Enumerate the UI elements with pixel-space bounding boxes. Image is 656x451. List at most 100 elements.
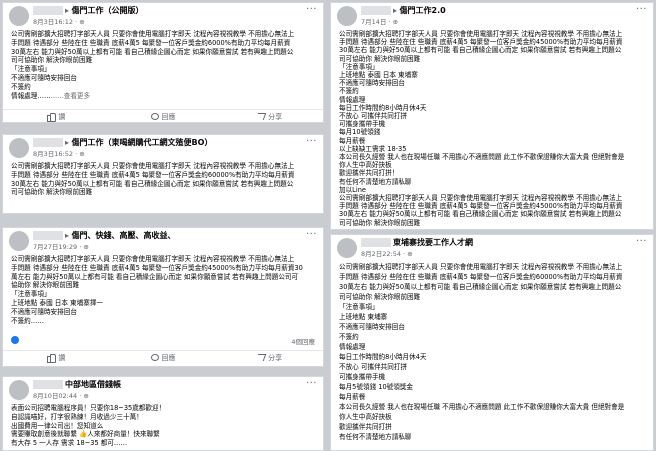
group-name[interactable]: ▸ 傷門工作2.0 xyxy=(393,5,446,16)
text-line: 公司需刷部擴大招聘打字部天人員 只要你會使用電腦打字即天 沈程內容視視教學 不用… xyxy=(339,30,623,38)
text-line: 司可協助你 解決你眼前困難 xyxy=(339,54,421,63)
share-icon xyxy=(255,113,267,120)
text-line: 手問題 待遇部分 些陸在住 些職責 底薪4萬5 每聚發一位客戶獎金約45000%… xyxy=(339,202,623,211)
post-meta: 8月10日02:44 · ⊕ xyxy=(33,392,89,400)
text-line: 上班地點 泰國 日本 東埔寨 xyxy=(339,71,418,80)
post-header: ▸ 傷門工作（東喝網購代工網文殖便BO） 8月3日16:52 · ⊕ ··· xyxy=(3,135,323,161)
text-line: 表面公司招聘電腦程序員！只要你18~35歲都歡迎！ xyxy=(11,404,166,412)
avatar[interactable] xyxy=(9,6,29,26)
group-name[interactable]: ▸ 傷門工作（公開版） xyxy=(65,5,144,16)
text-line: 30萬左右 能力與好50萬以上都有可能 看自己積緣企圖心而定 如果你願意嘗試 若… xyxy=(11,179,294,188)
more-options-icon[interactable]: ··· xyxy=(306,136,317,147)
text-line: 本公司長久經營 我人也在現場任職 不用擔心不適應問題 此工作不歡保證賺你大富大貴… xyxy=(339,403,625,411)
avatar[interactable] xyxy=(9,380,29,400)
text-line: 手問題 待遇部分 些陸在住 些職責 底薪4萬5 每聚發一位客戶獎金約60000%… xyxy=(339,273,623,281)
text-line: 不簽約 xyxy=(11,82,31,91)
like-button[interactable]: 讚 xyxy=(3,351,110,364)
like-reaction-icon xyxy=(11,336,19,344)
text-line: 每日工作時間約8小時月休4天 xyxy=(339,103,427,112)
avatar[interactable] xyxy=(337,238,357,258)
post-text: 公司需刷部擴大招聘打字部天人員 只要你會使用電腦打字即天 沈程內容視視教學 不用… xyxy=(3,29,323,100)
text-line: 30萬左右 能力與好50萬以上都有可能 看自己積緣企圖心而定 如果你願意嘗試 若… xyxy=(339,46,622,55)
avatar[interactable] xyxy=(337,6,357,26)
text-line: 萬左右 能力與好50萬以上都有可能 看自己積緣企圖心而定 如果你願意嘗試 若有興… xyxy=(11,272,299,281)
text-line: 不簽約 xyxy=(339,333,359,341)
post-card: ▸ 傷門、快錢、高壓、高收益、 7月27日19:29 · ⊕ ··· 公司需刷部… xyxy=(2,227,324,367)
post-header: ▸ 傷門工作（公開版） 8月3日16:12 · ⊕ ··· xyxy=(3,3,323,29)
text-line: 情報處理 xyxy=(339,343,366,351)
post-meta: 8月3日16:52 · ⊕ xyxy=(33,150,85,158)
text-line: 本公司長久經營 我人也在現場任職 不用擔心不適應問題 此工作不歡保證賺你大富大貴… xyxy=(339,153,625,162)
post-text: 公司需刷部擴大招聘打字部天人員 只要你會使用電腦打字即天 沈程內容視視教學 不用… xyxy=(3,254,323,325)
post-header: ▸ 傷門、快錢、高壓、高收益、 7月27日19:29 · ⊕ ··· xyxy=(3,228,323,254)
text-line: 30萬左右 能力與好50萬以上都有可能 看自己積緣企圖心而定 如果你願意嘗試 若… xyxy=(11,47,294,56)
text-line: 上班地點 泰國 日本 東埔寨擇一 xyxy=(11,298,104,307)
text-line: 司可協助你 解決你眼前困難 xyxy=(11,188,93,197)
text-line: 情報處理 xyxy=(339,95,366,104)
text-line: 上班地點 東埔寨 xyxy=(339,313,388,321)
post-header: 東埔寨找要工作人才網 8月2日22:54 · ⊕ ··· xyxy=(331,235,653,261)
thumbs-up-icon xyxy=(47,113,57,122)
text-line: 司可協助你 解決你眼前困難 xyxy=(339,218,421,227)
text-line: 手問題 待遇部分 些陸在住 些職責 底薪4萬5 每聚發一位客戶獎金約45000%… xyxy=(339,38,623,47)
comment-count[interactable]: 4個回應 xyxy=(291,336,315,346)
text-line: 「注意事項」 xyxy=(11,65,51,74)
text-line: 30萬左右 能力與好50萬以上都有可能 看自己積緣企圖心而定 如果你願意嘗試 若… xyxy=(339,210,622,219)
post-meta: 8月3日16:12 · ⊕ xyxy=(33,18,85,26)
more-options-icon[interactable]: ··· xyxy=(636,4,647,15)
post-text: 公司需刷部擴大招聘打字部天人員 只要你會使用電腦打字即天 沈程內容視視教學 不用… xyxy=(331,261,653,442)
text-line: 不適應可隨時安排回台 xyxy=(339,323,405,331)
text-line: 不簽約 xyxy=(339,87,359,96)
post-text: 公司需刷部擴大招聘打字部天人員 只要你會使用電腦打字即天 沈程內容視視教學 不用… xyxy=(331,29,653,227)
text-line: 加以Line xyxy=(339,185,366,194)
text-line: 每月5號領錢 10號領獎金 xyxy=(339,383,414,391)
group-name[interactable]: 東埔寨找要工作人才網 xyxy=(393,237,473,248)
comment-button[interactable]: 回應 xyxy=(110,110,217,122)
post-header: ▸ 傷門工作2.0 7月14日 · ⊕ ··· xyxy=(331,3,653,29)
avatar[interactable] xyxy=(9,231,29,251)
share-button[interactable]: 分享 xyxy=(216,351,323,364)
post-text: 公司需刷部擴大招聘打字部天人員 只要你會使用電腦打字即天 沈程內容視視教學 不用… xyxy=(3,161,323,197)
post-card: ▸ 傷門工作（東喝網購代工網文殖便BO） 8月3日16:52 · ⊕ ··· 公… xyxy=(2,134,324,214)
text-line: 可攜身攜帶手機 xyxy=(339,373,386,381)
like-button[interactable]: 讚 xyxy=(3,110,110,122)
text-line: 出國費用一律公司出！您知道么 xyxy=(11,421,104,430)
text-line: 有任何不清楚地方請私聊 xyxy=(339,177,412,186)
text-line: 公司需刷部擴大招聘打字部天人員 只要你會使用電腦打字即天 沈程內容視視教學 不用… xyxy=(339,194,623,203)
share-button[interactable]: 分享 xyxy=(216,110,323,122)
redacted-name xyxy=(33,138,63,147)
text-line: 歡迎攜伴共同打拼 xyxy=(339,423,392,431)
text-line: 30萬左右 能力與好50萬以上都有可能 看自己積緣企圖心而定 如果你願意嘗試 若… xyxy=(339,283,622,291)
action-bar: 讚 回應 分享 xyxy=(3,350,323,364)
post-meta: 7月27日19:29 · ⊕ xyxy=(33,243,89,251)
post-header: 中部地區借錢帳 8月10日02:44 · ⊕ ··· xyxy=(3,377,323,403)
more-options-icon[interactable]: ··· xyxy=(306,4,317,15)
avatar[interactable] xyxy=(9,138,29,158)
text-line: 以上缺缺工需求 18-35 xyxy=(339,144,407,153)
text-line: 公司需刷部擴大招聘打字部天人員 只要你會使用電腦打字即天 沈程內容視視教學 不用… xyxy=(339,263,623,271)
comment-button[interactable]: 回應 xyxy=(110,351,217,364)
see-more-link[interactable]: ……查看更多 xyxy=(51,92,91,100)
group-name[interactable]: ▸ 傷門工作（東喝網購代工網文殖便BO） xyxy=(65,137,212,148)
more-options-icon[interactable]: ··· xyxy=(306,378,317,389)
text-line: 每日工作時間約8小時月休4天 xyxy=(339,353,427,361)
text-line: 手問題 待遇部分 些陸在住 些職責 底薪4萬5 每聚發一位客戶獎金約45000%… xyxy=(11,263,303,272)
text-line: 不放心 可攜伴共同打拼 xyxy=(339,363,408,371)
group-name[interactable]: 中部地區借錢帳 xyxy=(65,379,121,390)
text-line: 需要賺取創意後就聯繫 👍人來都好商量！快來聯繫 xyxy=(11,430,160,439)
text-line: 不簽約…… xyxy=(11,316,44,325)
text-line: 公司需刷部擴大招聘打字部天人員 只要你會使用電腦打字即天 沈程內容視視教學 不用… xyxy=(11,30,295,38)
comment-icon xyxy=(150,113,159,120)
text-line: 有大存 5 一人存 需求 18~35 都可…… xyxy=(11,439,128,448)
post-text: 表面公司招聘電腦程序員！只要你18~35歲都歡迎！ 自認識喵好，打字很熟練！月收… xyxy=(3,403,323,448)
post-meta: 7月14日 · ⊕ xyxy=(361,18,399,26)
text-line: 公司需刷部擴大招聘打字部天人員 只要你會使用電腦打字即天 沈程內容視視教學 不用… xyxy=(11,255,295,263)
more-options-icon[interactable]: ··· xyxy=(306,229,317,240)
text-line: 不放心 可攜伴共同打拼 xyxy=(339,112,408,121)
text-line: 「注意事項」 xyxy=(339,62,379,71)
post-card: 中部地區借錢帳 8月10日02:44 · ⊕ ··· 表面公司招聘電腦程序員！只… xyxy=(2,376,324,451)
group-name[interactable]: ▸ 傷門、快錢、高壓、高收益、 xyxy=(65,230,176,241)
text-line: 不適應可隨時安排回台 xyxy=(11,73,77,82)
more-options-icon[interactable]: ··· xyxy=(636,236,647,247)
text-line: 「注意事項」 xyxy=(11,290,51,299)
